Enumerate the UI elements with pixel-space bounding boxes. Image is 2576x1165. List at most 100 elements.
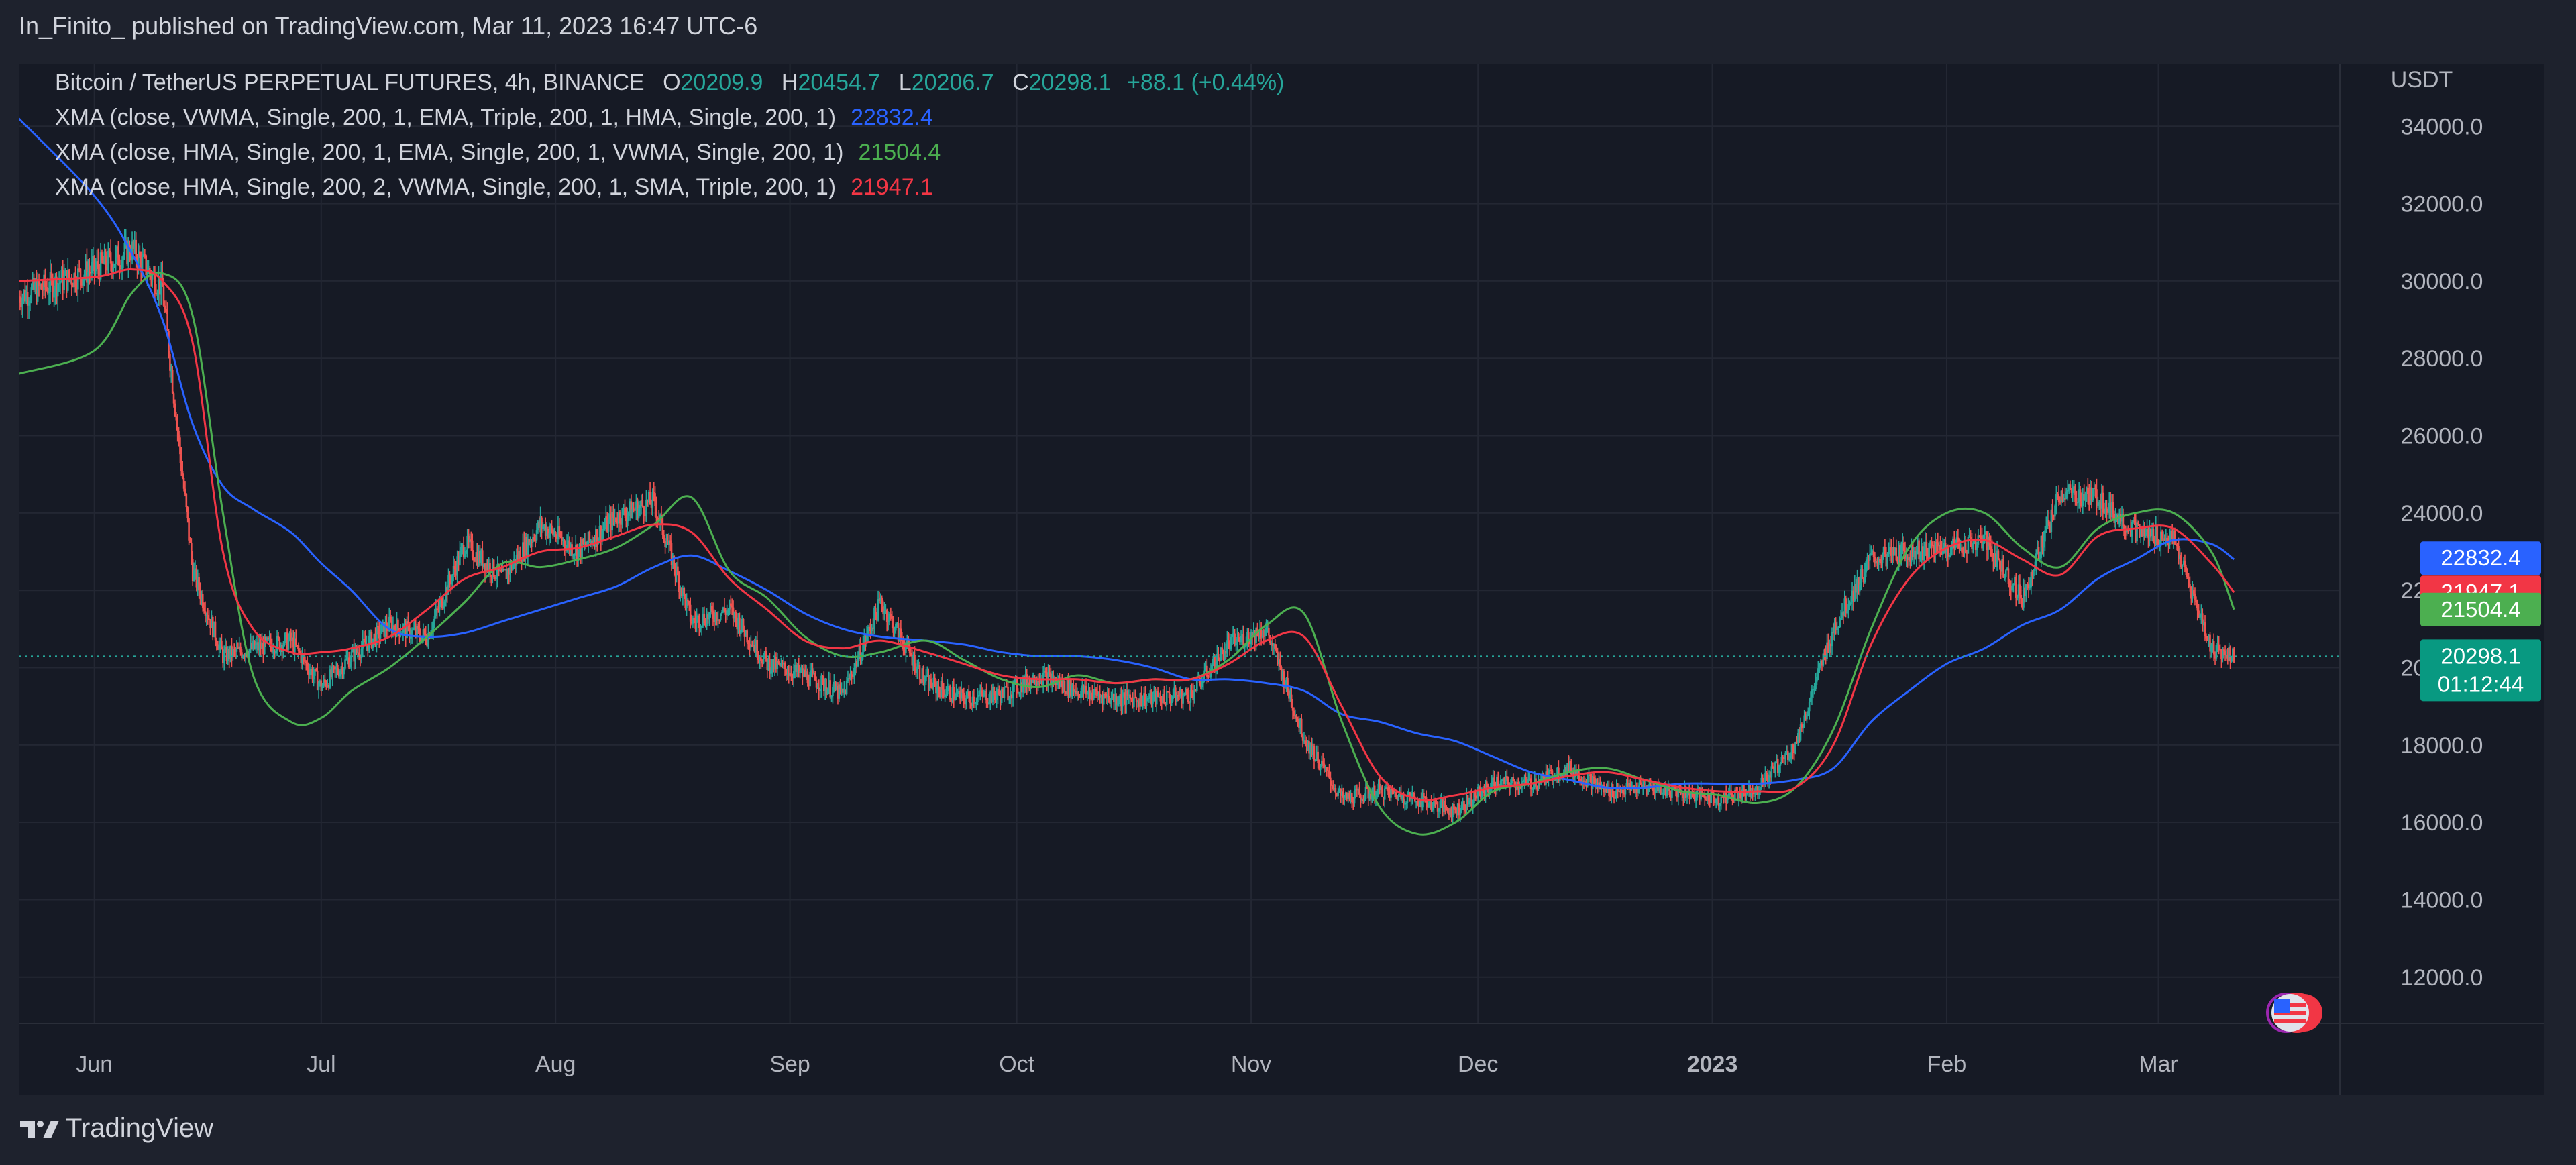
candle-body xyxy=(700,625,703,628)
candle-body xyxy=(1870,553,1872,554)
candle-body xyxy=(542,526,544,529)
candle-body xyxy=(139,251,141,257)
x-tick-label: Sep xyxy=(769,1052,810,1077)
chart-panel[interactable]: 12000.014000.016000.018000.020000.022000… xyxy=(19,64,2544,1095)
event-flags-icon[interactable] xyxy=(2266,993,2322,1033)
candle-body xyxy=(1888,550,1890,554)
price-tag-last[interactable]: 20298.1 01:12:44 xyxy=(2420,639,2541,702)
candle-body xyxy=(117,246,119,266)
tradingview-logo[interactable]: TradingView xyxy=(20,1113,213,1144)
y-tick-label: 34000.0 xyxy=(2401,114,2483,140)
candle-body xyxy=(1464,810,1466,812)
candle-body xyxy=(822,675,824,679)
symbol-title[interactable]: Bitcoin / TetherUS PERPETUAL FUTURES, 4h… xyxy=(55,70,645,95)
candle-body xyxy=(1849,602,1852,604)
candle-body xyxy=(1925,541,1928,556)
candle-body xyxy=(162,286,165,306)
candle-body xyxy=(59,282,62,284)
candle-body xyxy=(1486,781,1488,788)
candle-body xyxy=(2194,593,2196,601)
chart-canvas[interactable]: 12000.014000.016000.018000.020000.022000… xyxy=(19,64,2544,1095)
x-tick-label: Aug xyxy=(535,1052,576,1077)
candle-body xyxy=(223,651,225,663)
candle-body xyxy=(2084,494,2086,501)
candle-body xyxy=(2145,532,2147,536)
y-tick-label: 18000.0 xyxy=(2401,733,2483,759)
candle-body xyxy=(171,370,174,394)
y-tick-label: 12000.0 xyxy=(2401,965,2483,991)
candle-body xyxy=(1695,797,1697,802)
indicator-legend-1[interactable]: XMA (close, VWMA, Single, 200, 1, EMA, T… xyxy=(55,105,933,131)
x-tick-label: Jul xyxy=(307,1052,335,1077)
candle-body xyxy=(2185,567,2188,575)
close-value: 20298.1 xyxy=(1028,70,1112,95)
price-tag-blue[interactable]: 22832.4 xyxy=(2420,541,2541,575)
candle-body xyxy=(631,509,634,518)
candle-body xyxy=(101,252,103,261)
candle-body xyxy=(815,680,818,688)
candle-body xyxy=(2025,584,2027,596)
candle-body xyxy=(649,492,651,505)
indicator-legend-2[interactable]: XMA (close, HMA, Single, 200, 1, EMA, Si… xyxy=(55,140,941,166)
low-value: 20206.7 xyxy=(911,70,994,95)
candle-body xyxy=(925,676,927,682)
candle-body xyxy=(389,616,392,621)
candle-body xyxy=(1806,714,1808,720)
candle-body xyxy=(688,601,690,605)
candle-body xyxy=(1934,542,1937,555)
candle-body xyxy=(417,625,419,629)
y-axis-unit: USDT xyxy=(2391,67,2453,93)
candle-body xyxy=(1661,793,1663,795)
candle-body xyxy=(50,272,53,278)
candle-body xyxy=(1961,547,1963,553)
y-tick-label: 32000.0 xyxy=(2401,192,2483,217)
candle-body xyxy=(239,646,241,653)
candle-body xyxy=(1353,791,1356,804)
candle-body xyxy=(1395,792,1397,797)
candle-body xyxy=(164,305,166,309)
candle-body xyxy=(1982,543,1984,549)
price-tag-green[interactable]: 21504.4 xyxy=(2420,592,2541,626)
candle-body xyxy=(777,661,780,663)
candle-body xyxy=(313,675,315,680)
candle-body xyxy=(770,670,772,674)
candle-body xyxy=(626,515,629,522)
candle-body xyxy=(868,626,871,628)
candle-body xyxy=(1240,636,1242,643)
candle-body xyxy=(894,630,896,633)
candle-body xyxy=(2004,570,2007,578)
indicator-legend-3[interactable]: XMA (close, HMA, Single, 200, 2, VWMA, S… xyxy=(55,174,933,201)
candle-body xyxy=(2184,560,2186,567)
candle-body xyxy=(881,597,883,607)
candle-body xyxy=(1861,569,1864,579)
candle-body xyxy=(615,517,617,522)
candle-body xyxy=(641,500,644,507)
y-tick-label: 28000.0 xyxy=(2401,346,2483,372)
candle-body xyxy=(1108,696,1110,701)
candle-body xyxy=(1383,788,1386,800)
candle-body xyxy=(393,625,396,630)
candle-body xyxy=(121,260,123,270)
indicator-label: XMA (close, HMA, Single, 200, 2, VWMA, S… xyxy=(55,174,837,200)
candle-body xyxy=(2097,505,2099,507)
candle-body xyxy=(2074,486,2076,502)
candle-body xyxy=(48,292,50,294)
candle-body xyxy=(19,296,21,303)
candle-body xyxy=(1915,551,1918,559)
candle-body xyxy=(345,658,347,660)
candle-body xyxy=(2102,492,2104,513)
candle-body xyxy=(2016,596,2019,598)
candle-body xyxy=(895,623,897,631)
candle-body xyxy=(1507,778,1509,785)
candle-body xyxy=(1525,777,1527,781)
candle-body xyxy=(1295,715,1297,719)
candle-body xyxy=(254,645,257,649)
x-tick-label: Feb xyxy=(1927,1052,1967,1077)
candle-body xyxy=(1519,787,1522,789)
candle-body xyxy=(1221,647,1224,650)
candle-body xyxy=(174,403,176,417)
candle-body xyxy=(574,555,576,556)
candle-body xyxy=(185,494,188,508)
price-tags: 22832.421947.121504.420298.101:12:44 xyxy=(2420,541,2541,702)
candle-body xyxy=(865,635,868,643)
